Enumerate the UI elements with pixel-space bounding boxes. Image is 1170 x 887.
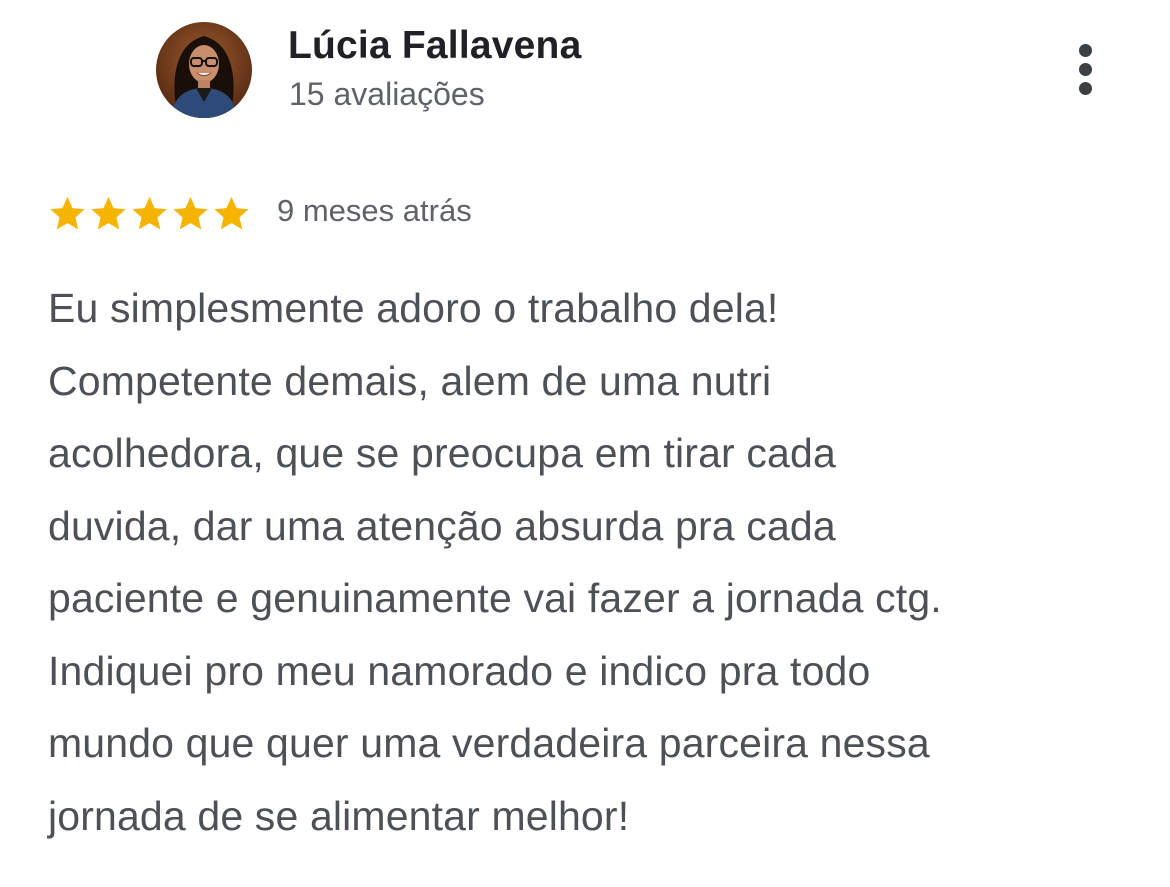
star-icon bbox=[50, 196, 85, 229]
reviewer-avatar[interactable] bbox=[156, 22, 252, 118]
more-vertical-icon-dot bbox=[1079, 82, 1092, 95]
review-text-line: duvida, dar uma atenção absurda pra cada bbox=[48, 502, 836, 549]
avatar-photo-image bbox=[156, 22, 252, 118]
review-text-line: Indiquei pro meu namorado e indico pra t… bbox=[48, 647, 871, 694]
star-icon bbox=[214, 196, 249, 229]
reviewer-review-count: 15 avaliações bbox=[289, 76, 485, 112]
review-card: Lúcia Fallavena 15 avaliações 9 meses at… bbox=[0, 0, 1170, 887]
review-text-line: paciente e genuinamente vai fazer a jorn… bbox=[48, 575, 942, 621]
more-vertical-icon bbox=[1079, 44, 1092, 57]
star-icon bbox=[91, 196, 126, 229]
star-rating bbox=[48, 192, 253, 234]
review-text: Eu simplesmente adoro o trabalho dela! C… bbox=[48, 272, 1138, 852]
review-text-line: jornada de se alimentar melhor! bbox=[48, 792, 630, 839]
reviewer-name[interactable]: Lúcia Fallavena bbox=[288, 24, 581, 68]
star-icon bbox=[132, 196, 167, 229]
review-time-ago: 9 meses atrás bbox=[277, 193, 472, 228]
review-text-line: acolhedora, que se preocupa em tirar cad… bbox=[48, 430, 836, 476]
review-text-line: mundo que quer uma verdadeira parceira n… bbox=[48, 720, 930, 766]
star-icon bbox=[173, 196, 208, 229]
review-text-line: Eu simplesmente adoro o trabalho dela! bbox=[48, 285, 779, 331]
review-text-line: Competente demais, alem de uma nutri bbox=[48, 357, 772, 404]
more-options-button[interactable] bbox=[1066, 40, 1106, 100]
more-vertical-icon-dot bbox=[1079, 63, 1092, 76]
